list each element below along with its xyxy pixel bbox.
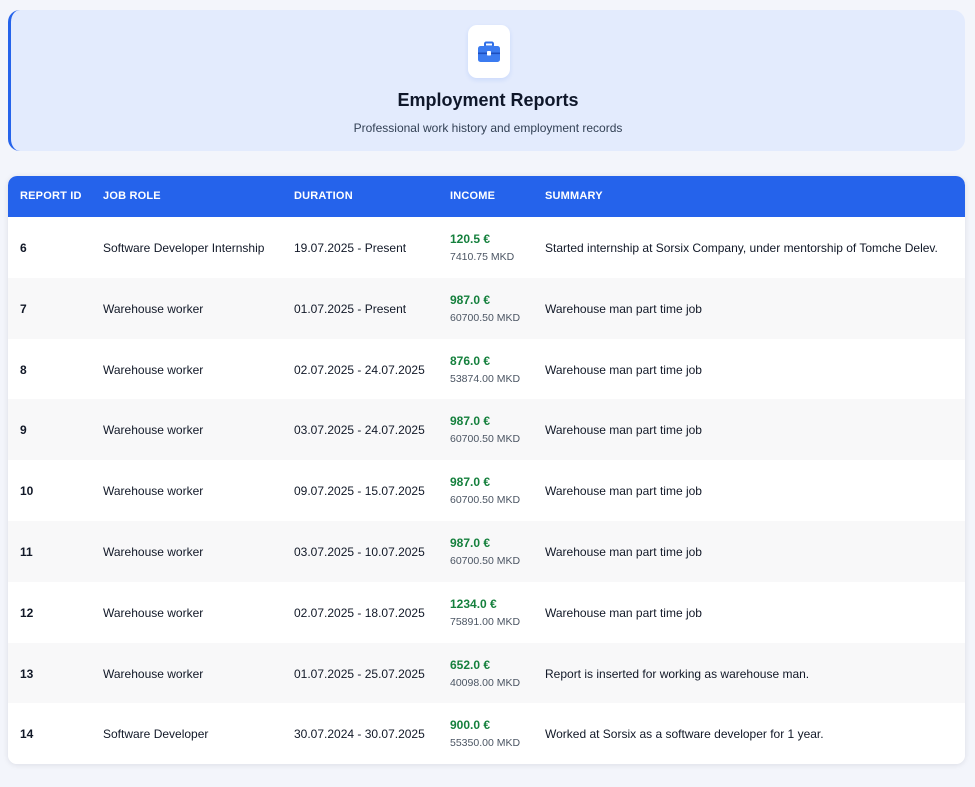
table-row: 14 Software Developer 30.07.2024 - 30.07.2… xyxy=(8,703,965,764)
summary-cell: Started internship at Sorsix Company, un… xyxy=(545,241,938,255)
summary-cell: Warehouse man part time job xyxy=(545,605,702,620)
report-id-cell: 14 xyxy=(20,727,34,742)
column-header-summary: SUMMARY xyxy=(545,190,603,202)
table-row: 10 Warehouse worker 09.07.2025 - 15.07.202… xyxy=(8,460,965,522)
table-row: 6 Software Developer Internship 19.07.2025… xyxy=(8,217,965,278)
briefcase-icon xyxy=(478,41,500,62)
summary-cell: Warehouse man part time job xyxy=(545,484,702,499)
table-row: 12 Warehouse worker 02.07.2025 - 18.07.202… xyxy=(8,581,965,643)
job-role-cell: Software Developer Internship xyxy=(103,241,265,255)
report-id-cell: 9 xyxy=(20,423,27,438)
income-eur-cell: 987.0 € xyxy=(450,414,491,429)
summary-cell: Warehouse man part time job xyxy=(545,423,702,438)
income-eur-cell: 900.0 € xyxy=(450,718,491,733)
column-header-job-role: JOB ROLE xyxy=(103,190,161,202)
table-row: 9 Warehouse worker 03.07.2025 - 24.07.2025… xyxy=(8,399,965,461)
income-eur-cell: 1234.0 € xyxy=(450,596,497,611)
report-id-cell: 11 xyxy=(20,545,33,559)
income-eur-cell: 987.0 € xyxy=(450,536,491,550)
summary-cell: Warehouse man part time job xyxy=(545,545,702,559)
income-eur-cell: 652.0 € xyxy=(450,657,491,672)
report-id-cell: 7 xyxy=(20,301,27,316)
duration-cell: 01.07.2025 - 25.07.2025 xyxy=(294,666,425,681)
column-header-report-id: REPORT ID xyxy=(20,190,82,202)
column-header-income: INCOME xyxy=(450,190,496,202)
report-id-cell: 10 xyxy=(20,484,34,499)
summary-cell: Worked at Sorsix as a software developer… xyxy=(545,727,824,742)
job-role-cell: Warehouse worker xyxy=(103,545,204,559)
summary-cell: Warehouse man part time job xyxy=(545,301,702,316)
job-role-cell: Warehouse worker xyxy=(103,301,204,316)
duration-cell: 30.07.2024 - 30.07.2025 xyxy=(294,727,425,742)
duration-cell: 02.07.2025 - 18.07.2025 xyxy=(294,605,425,620)
page-title: Employment Reports xyxy=(397,90,579,110)
income-mkd-cell: 60700.50 MKD xyxy=(450,311,521,324)
income-mkd-cell: 55350.00 MKD xyxy=(450,737,521,750)
report-id-cell: 12 xyxy=(20,605,34,620)
income-mkd-cell: 75891.00 MKD xyxy=(450,615,521,628)
summary-cell: Report is inserted for working as wareho… xyxy=(545,666,810,681)
reports-table: REPORT ID JOB ROLE DURATION INCOME SUMMA… xyxy=(8,176,965,764)
report-id-cell: 13 xyxy=(20,666,34,681)
income-eur-cell: 987.0 € xyxy=(450,475,491,490)
table-row: 8 Warehouse worker 02.07.2025 - 24.07.2025… xyxy=(8,338,965,400)
page-header: Employment Reports Professional work his… xyxy=(8,10,965,151)
income-eur-cell: 120.5 € xyxy=(450,232,491,246)
table-row: 13 Warehouse worker 01.07.2025 - 25.07.202… xyxy=(8,642,965,704)
job-role-cell: Warehouse worker xyxy=(103,362,204,377)
duration-cell: 09.07.2025 - 15.07.2025 xyxy=(294,484,425,499)
table-row: 7 Warehouse worker 01.07.2025 - Present 987… xyxy=(8,277,965,339)
report-id-cell: 8 xyxy=(20,362,27,377)
income-mkd-cell: 7410.75 MKD xyxy=(450,251,515,263)
table-header: REPORT ID JOB ROLE DURATION INCOME SUMMA… xyxy=(8,176,965,217)
job-role-cell: Warehouse worker xyxy=(103,666,204,681)
income-eur-cell: 876.0 € xyxy=(450,353,491,368)
income-mkd-cell: 60700.50 MKD xyxy=(450,494,521,507)
income-mkd-cell: 40098.00 MKD xyxy=(450,676,521,689)
duration-cell: 02.07.2025 - 24.07.2025 xyxy=(294,362,425,377)
summary-cell: Warehouse man part time job xyxy=(545,362,702,377)
report-id-cell: 6 xyxy=(20,241,27,255)
job-role-cell: Warehouse worker xyxy=(103,423,204,438)
income-eur-cell: 987.0 € xyxy=(450,292,491,307)
job-role-cell: Warehouse worker xyxy=(103,484,204,499)
duration-cell: 01.07.2025 - Present xyxy=(294,301,407,316)
job-role-cell: Software Developer xyxy=(103,727,209,742)
duration-cell: 03.07.2025 - 24.07.2025 xyxy=(294,423,425,438)
column-header-duration: DURATION xyxy=(294,190,353,202)
job-role-cell: Warehouse worker xyxy=(103,605,204,620)
header-icon-box xyxy=(468,25,510,78)
page-subtitle: Professional work history and employment… xyxy=(353,121,623,135)
income-mkd-cell: 60700.50 MKD xyxy=(450,433,521,446)
income-mkd-cell: 60700.50 MKD xyxy=(450,555,521,567)
income-mkd-cell: 53874.00 MKD xyxy=(450,372,521,385)
duration-cell: 03.07.2025 - 10.07.2025 xyxy=(294,545,425,559)
table-row: 11 Warehouse worker 03.07.2025 - 10.07.202… xyxy=(8,521,965,582)
duration-cell: 19.07.2025 - Present xyxy=(294,241,407,255)
